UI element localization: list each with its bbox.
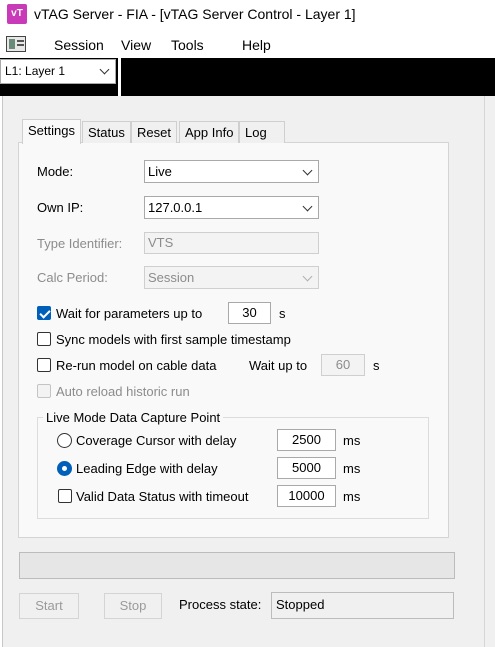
- layer-dropdown[interactable]: L1: Layer 1: [0, 59, 116, 84]
- leading-edge-delay-input[interactable]: 5000: [277, 457, 336, 479]
- chevron-down-icon: [302, 201, 313, 212]
- rerun-model-label: Re-run model on cable data: [56, 358, 217, 373]
- chevron-down-icon: [302, 271, 313, 282]
- wait-for-parameters-unit: s: [279, 306, 286, 321]
- calc-period-select-value: Session: [148, 270, 195, 285]
- rerun-model-checkbox[interactable]: [37, 358, 51, 372]
- tab-settings[interactable]: Settings: [22, 119, 81, 144]
- sync-models-label: Sync models with first sample timestamp: [56, 332, 291, 347]
- mode-select[interactable]: Live: [144, 160, 319, 183]
- process-state-label: Process state:: [179, 597, 262, 612]
- tab-status[interactable]: Status: [82, 121, 131, 143]
- type-identifier-label: Type Identifier:: [37, 236, 123, 251]
- own-ip-select-value: 127.0.0.1: [148, 200, 203, 215]
- chevron-down-icon: [302, 165, 313, 176]
- tab-reset[interactable]: Reset: [131, 121, 177, 143]
- menu-view[interactable]: View: [121, 37, 151, 53]
- menu-help[interactable]: Help: [242, 37, 271, 53]
- valid-data-status-checkbox[interactable]: [58, 489, 72, 503]
- valid-data-status-label: Valid Data Status with timeout: [76, 489, 249, 504]
- coverage-cursor-delay-input[interactable]: 2500: [277, 429, 336, 451]
- auto-reload-label: Auto reload historic run: [56, 384, 190, 399]
- capture-point-group-title: Live Mode Data Capture Point: [43, 410, 224, 425]
- menu-session[interactable]: Session: [54, 37, 104, 53]
- window-title: vTAG Server - FIA - [vTAG Server Control…: [34, 6, 356, 22]
- sync-models-checkbox[interactable]: [37, 332, 51, 346]
- tab-app-info[interactable]: App Info: [179, 121, 240, 143]
- wait-for-parameters-input[interactable]: 30: [228, 302, 271, 324]
- leading-edge-unit: ms: [343, 461, 361, 476]
- rerun-wait-unit: s: [373, 358, 380, 373]
- own-ip-select[interactable]: 127.0.0.1: [144, 196, 319, 219]
- calc-period-select: Session: [144, 266, 319, 289]
- valid-data-timeout-unit: ms: [343, 489, 361, 504]
- chevron-down-icon: [99, 64, 110, 75]
- process-state-value: Stopped: [271, 592, 454, 619]
- leading-edge-label: Leading Edge with delay: [76, 461, 218, 476]
- menu-tools[interactable]: Tools: [171, 37, 204, 53]
- start-button[interactable]: Start: [19, 593, 79, 619]
- vertical-scrollbar[interactable]: [484, 96, 495, 647]
- valid-data-timeout-input[interactable]: 10000: [277, 485, 336, 507]
- rerun-wait-label: Wait up to: [249, 358, 308, 373]
- leading-edge-radio[interactable]: [57, 461, 72, 476]
- type-identifier-field: VTS: [144, 232, 319, 254]
- own-ip-label: Own IP:: [37, 200, 84, 215]
- wait-for-parameters-checkbox[interactable]: [37, 306, 51, 320]
- system-menu-icon[interactable]: [6, 36, 26, 52]
- app-icon: vT: [7, 4, 27, 24]
- auto-reload-checkbox: [37, 384, 51, 398]
- coverage-cursor-label: Coverage Cursor with delay: [76, 433, 237, 448]
- stop-button[interactable]: Stop: [104, 593, 162, 619]
- layer-dropdown-value: L1: Layer 1: [5, 64, 66, 78]
- mode-label: Mode:: [37, 164, 74, 179]
- rerun-wait-input: 60: [321, 354, 365, 376]
- coverage-cursor-radio[interactable]: [57, 433, 72, 448]
- mode-select-value: Live: [148, 164, 172, 179]
- toolbar-divider: [118, 58, 121, 96]
- progress-bar: [19, 552, 455, 579]
- tab-log[interactable]: Log: [239, 121, 285, 143]
- coverage-cursor-unit: ms: [343, 433, 361, 448]
- wait-for-parameters-label: Wait for parameters up to: [56, 306, 203, 321]
- calc-period-label: Calc Period:: [37, 270, 108, 285]
